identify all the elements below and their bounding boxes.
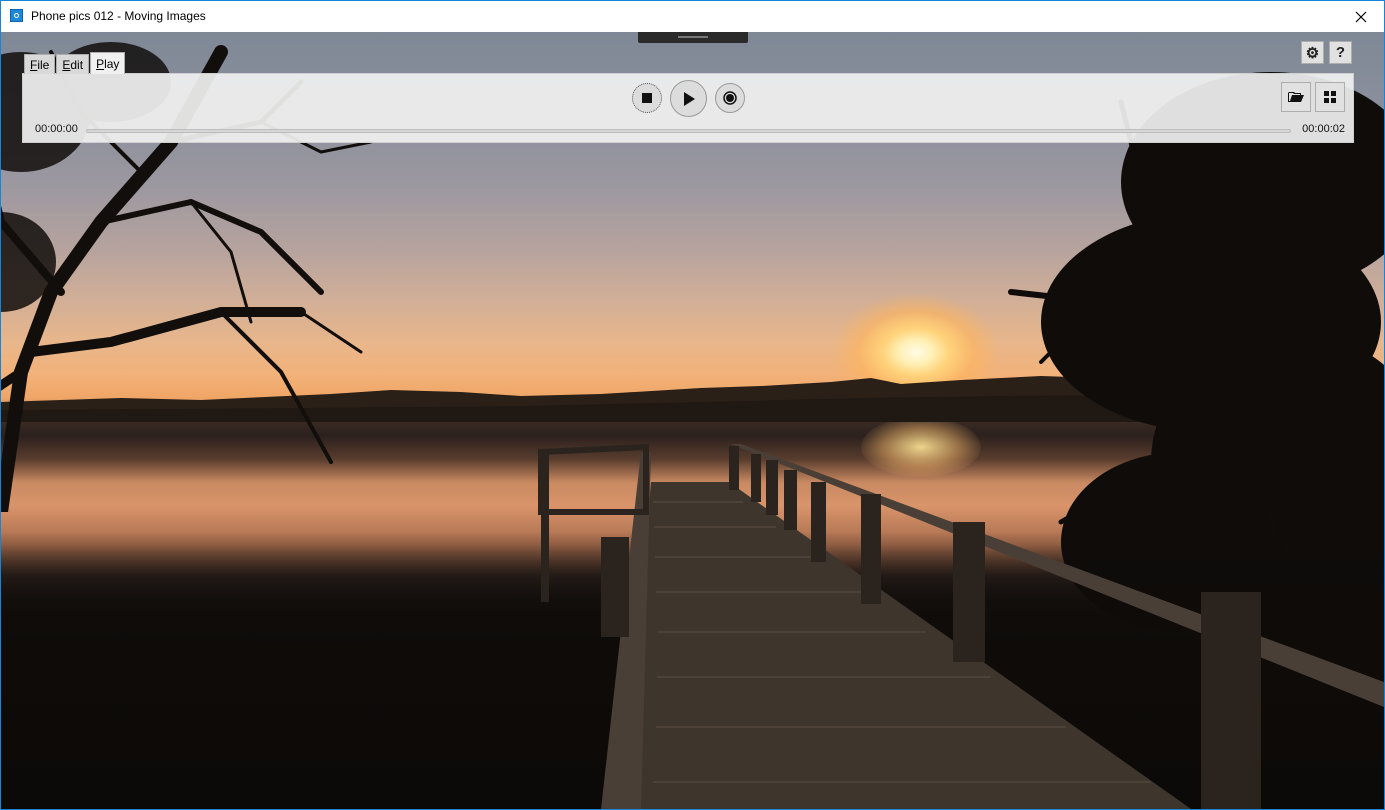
record-icon — [723, 91, 737, 105]
tab-file[interactable]: File — [24, 54, 56, 74]
play-button[interactable] — [670, 80, 707, 117]
total-time: 00:00:02 — [1302, 123, 1345, 135]
layout-button[interactable] — [1315, 82, 1345, 112]
title-bar: Phone pics 012 - Moving Images — [1, 1, 1384, 32]
tab-edit[interactable]: Edit — [56, 54, 90, 74]
help-icon: ? — [1335, 44, 1346, 61]
close-button[interactable] — [1338, 1, 1384, 32]
seek-bar[interactable] — [86, 129, 1291, 133]
tab-play-accelerator: P — [96, 57, 105, 71]
window-title: Phone pics 012 - Moving Images — [31, 9, 206, 23]
open-file-button[interactable] — [1281, 82, 1311, 112]
menu-tabs: File Edit Play — [24, 52, 126, 74]
grid-icon — [1324, 91, 1336, 103]
current-time: 00:00:00 — [35, 123, 78, 135]
video-frame[interactable] — [1, 32, 1384, 809]
toolbar-grip-handle[interactable] — [638, 32, 748, 43]
folder-open-icon — [1288, 92, 1304, 102]
wooden-jetty — [538, 443, 1384, 809]
stop-icon — [642, 93, 652, 103]
moving-images-app-icon — [10, 9, 23, 22]
play-icon — [683, 91, 695, 106]
help-button[interactable]: ? — [1329, 41, 1352, 64]
playback-toolbar: 00:00:00 00:00:02 — [22, 73, 1354, 143]
app-window: Phone pics 012 - Moving Images ⚙ ? File … — [0, 0, 1385, 810]
close-icon — [1355, 11, 1367, 22]
stop-button[interactable] — [632, 83, 662, 113]
record-button[interactable] — [715, 83, 745, 113]
settings-button[interactable]: ⚙ — [1301, 41, 1324, 64]
tab-edit-label: dit — [70, 58, 84, 72]
tab-file-label: ile — [37, 58, 50, 72]
gear-icon: ⚙ — [1305, 44, 1320, 62]
tab-play[interactable]: Play — [90, 52, 126, 74]
tab-play-label: lay — [104, 57, 120, 71]
